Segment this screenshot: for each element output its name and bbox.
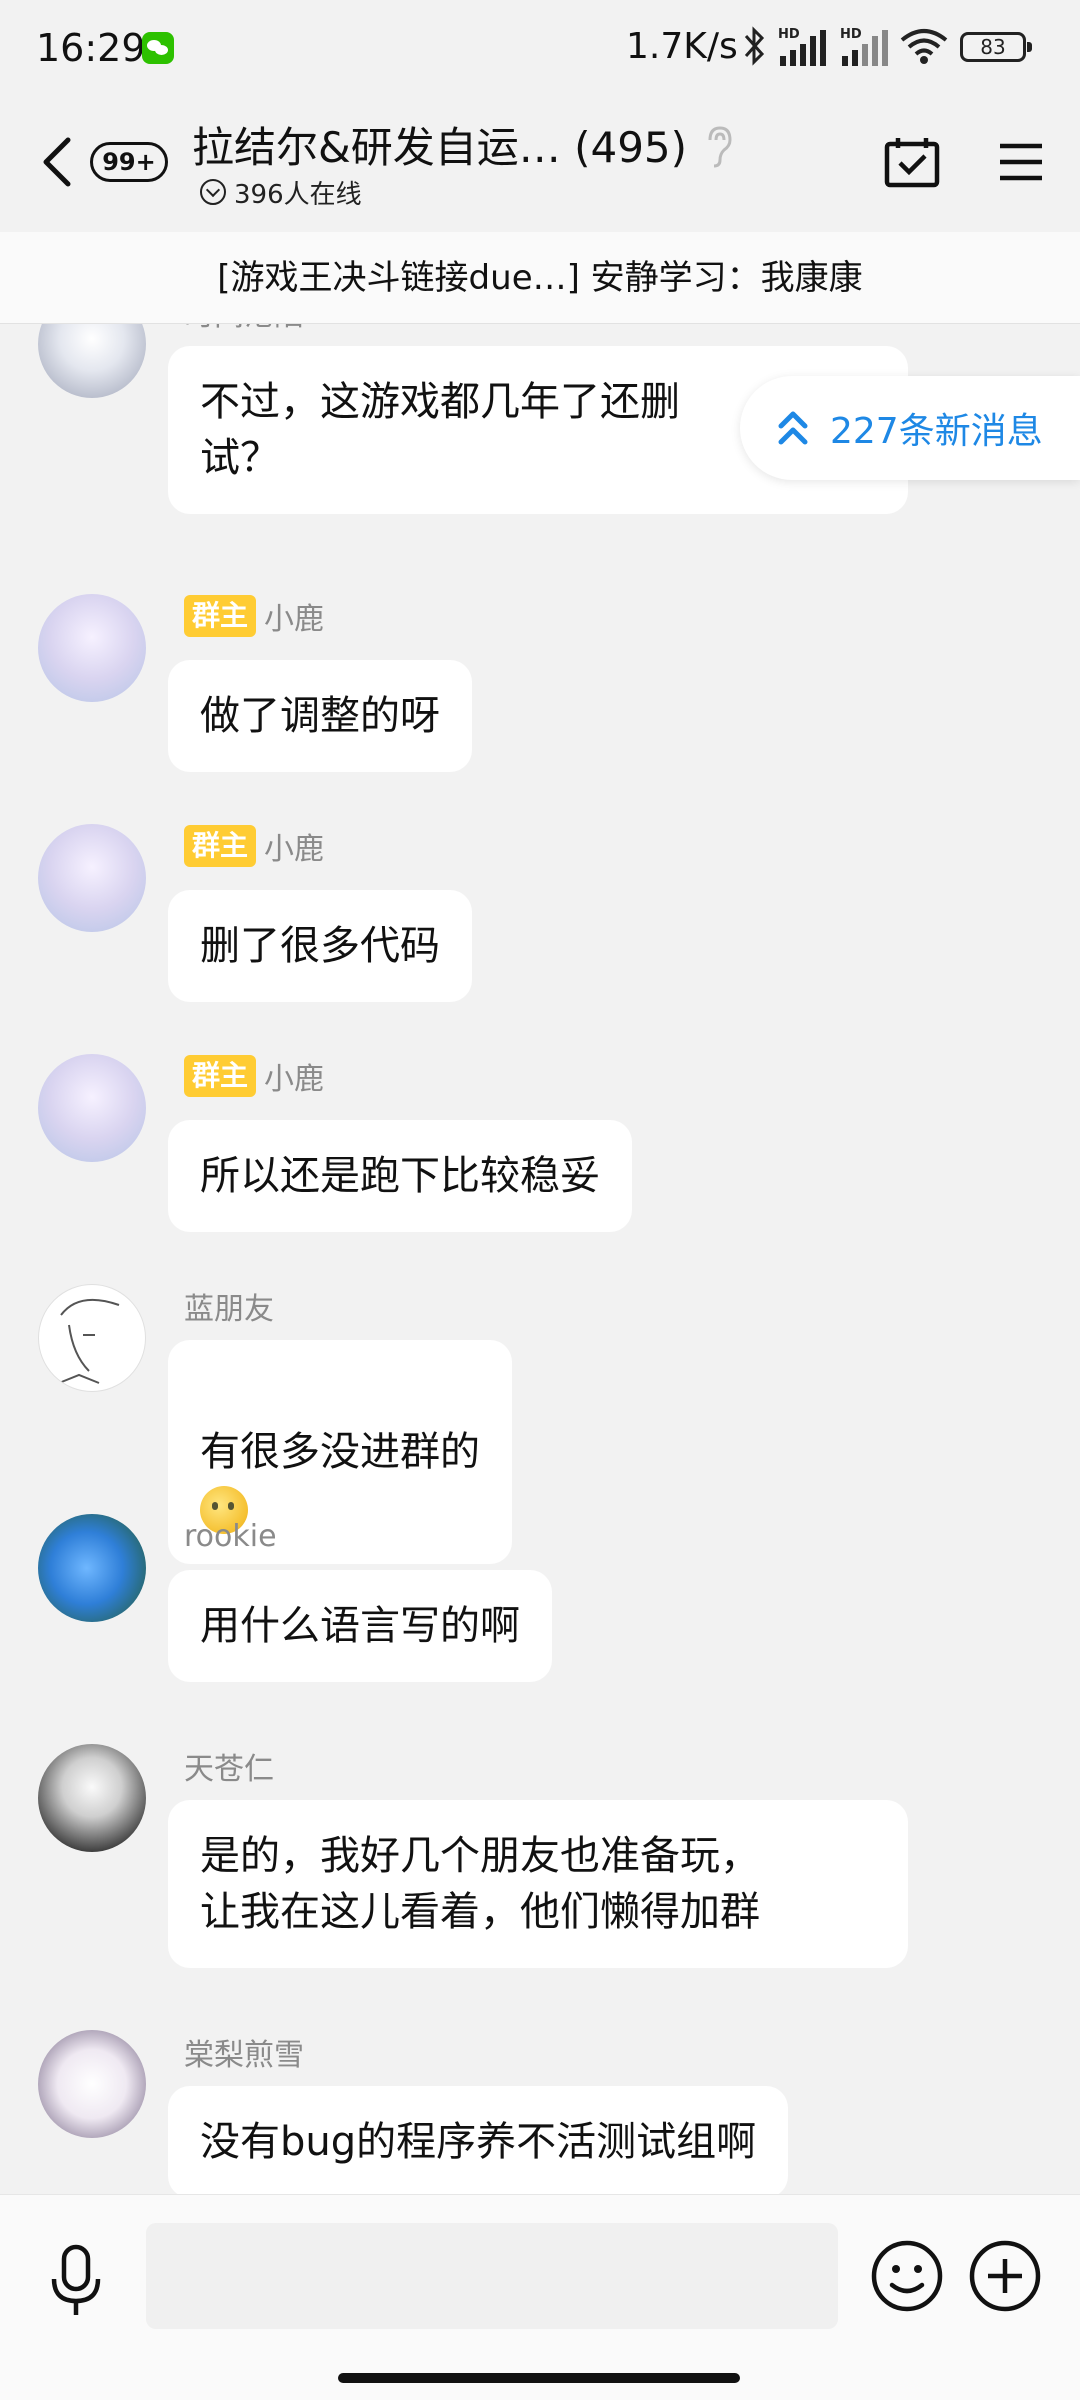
input-bar: [0, 2194, 1080, 2400]
sender-name-label: 小鹿: [264, 832, 325, 867]
status-bar: 16:29 1.7K/s HD HD 83: [0, 0, 1080, 96]
sender-name: 天苍仁: [184, 1744, 274, 1788]
signal-icon-1: HD: [778, 27, 826, 66]
avatar[interactable]: [38, 1284, 146, 1392]
calendar-check-icon[interactable]: [884, 136, 940, 188]
ear-icon: [708, 126, 732, 168]
svg-text:HD: HD: [778, 27, 800, 42]
sender-name-label: 棠梨煎雪: [184, 2038, 304, 2073]
group-owner-badge: 群主: [184, 595, 257, 637]
avatar[interactable]: [38, 1514, 146, 1622]
avatar[interactable]: [38, 2030, 146, 2138]
message-bubble[interactable]: 所以还是跑下比较稳妥: [168, 1120, 632, 1232]
avatar[interactable]: [38, 1054, 146, 1162]
wechat-notification-icon: [142, 32, 174, 64]
plus-icon[interactable]: [968, 2239, 1042, 2313]
sender-name: 蓝朋友: [184, 1284, 274, 1328]
microphone-icon[interactable]: [46, 2243, 106, 2319]
sender-name-label: 时间沦陷: [184, 324, 304, 334]
sender-name: 时间沦陷: [184, 324, 304, 334]
sender-name-label: rookie: [184, 1518, 277, 1554]
online-count-label: 396人在线: [234, 179, 362, 210]
signal-icon-2: HD: [840, 27, 888, 66]
group-title[interactable]: 拉结尔&研发自运… (495): [192, 114, 687, 175]
message-bubble[interactable]: 用什么语言写的啊: [168, 1570, 552, 1682]
unread-count-badge[interactable]: 99+: [90, 142, 168, 182]
svg-text:HD: HD: [840, 27, 862, 42]
sender-name: rookie: [184, 1514, 277, 1558]
new-messages-button[interactable]: 227条新消息: [740, 376, 1080, 480]
message-bubble[interactable]: 是的，我好几个朋友也准备玩， 让我在这儿看着，他们懒得加群: [168, 1800, 908, 1968]
back-arrow-icon[interactable]: [38, 134, 74, 190]
chevron-down-circle-icon: [200, 179, 226, 205]
avatar[interactable]: [38, 1744, 146, 1852]
sender-name: 群主 小鹿: [184, 824, 324, 868]
menu-icon[interactable]: [998, 142, 1044, 182]
chat-header: 99+ 拉结尔&研发自运… (495) 396人在线: [0, 96, 1080, 232]
group-owner-badge: 群主: [184, 825, 257, 867]
wifi-icon: [900, 29, 948, 64]
message-list[interactable]: 时间沦陷 不过，这游戏都几年了还删 试？ 群主 小鹿 做了调整的呀 群主 小鹿 …: [0, 324, 1080, 2194]
battery-indicator: 83: [960, 32, 1032, 62]
avatar[interactable]: [38, 824, 146, 932]
sketch-face-icon: [58, 1298, 120, 1384]
online-count[interactable]: 396人在线: [200, 172, 362, 212]
sender-name-label: 蓝朋友: [184, 1292, 274, 1327]
sender-name: 棠梨煎雪: [184, 2030, 304, 2074]
sender-name-label: 天苍仁: [184, 1752, 274, 1787]
double-chevron-up-icon: [778, 411, 808, 445]
avatar[interactable]: [38, 594, 146, 702]
message-bubble[interactable]: 做了调整的呀: [168, 660, 472, 772]
group-owner-badge: 群主: [184, 1055, 257, 1097]
sender-name: 群主 小鹿: [184, 1054, 324, 1098]
sender-name: 群主 小鹿: [184, 594, 324, 638]
sender-name-label: 小鹿: [264, 602, 325, 637]
new-messages-label: 227条新消息: [830, 411, 1043, 452]
message-text: 有很多没进群的: [200, 1429, 480, 1475]
pinned-message-bar[interactable]: [游戏王决斗链接due…] 安静学习：我康康: [0, 232, 1080, 324]
status-time: 16:29: [36, 26, 146, 70]
message-bubble[interactable]: 删了很多代码: [168, 890, 472, 1002]
bluetooth-icon: [744, 26, 765, 66]
emoji-icon[interactable]: [870, 2239, 944, 2313]
message-input[interactable]: [146, 2223, 838, 2329]
network-speed: 1.7K/s: [626, 26, 738, 67]
message-bubble[interactable]: 没有bug的程序养不活测试组啊: [168, 2086, 789, 2194]
sender-name-label: 小鹿: [264, 1062, 325, 1097]
avatar[interactable]: [38, 324, 146, 398]
home-indicator[interactable]: [338, 2373, 740, 2383]
